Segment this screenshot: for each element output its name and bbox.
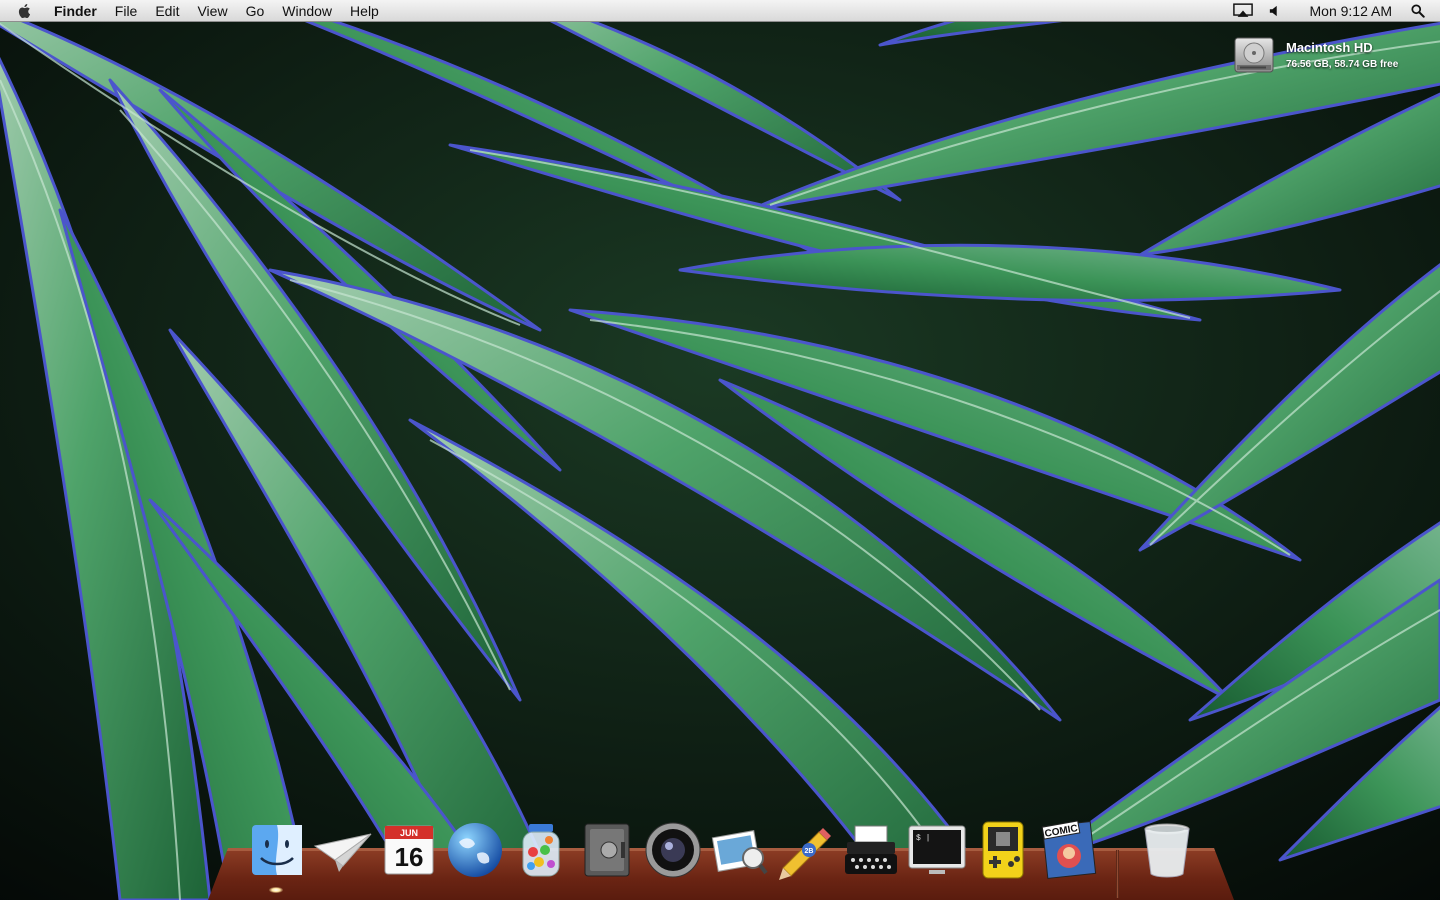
pencil-icon: 2B: [779, 828, 831, 880]
dock-item-typewriter[interactable]: [841, 820, 901, 880]
dock-separator: [1116, 850, 1119, 898]
menu-file[interactable]: File: [106, 0, 147, 22]
dock-item-calendar[interactable]: JUN 16: [379, 820, 439, 880]
menu-bar-clock[interactable]: Mon 9:12 AM: [1310, 3, 1393, 19]
dock-item-vault[interactable]: [577, 820, 637, 880]
running-indicator: [269, 887, 283, 893]
dock-item-preview[interactable]: [709, 820, 769, 880]
dock-item-browser[interactable]: [445, 820, 505, 880]
desktop-disk-macintosh-hd[interactable]: Macintosh HD 76.56 GB, 58.74 GB free: [1232, 34, 1398, 76]
dock-item-camera[interactable]: [643, 820, 703, 880]
airplay-icon[interactable]: [1232, 0, 1254, 22]
handheld-game-icon: [982, 821, 1024, 879]
dock-item-pencil[interactable]: 2B: [775, 820, 835, 880]
paper-plane-mail-icon: [313, 833, 372, 872]
spotlight-search-icon[interactable]: [1410, 0, 1426, 22]
hard-drive-icon[interactable]: [1232, 34, 1276, 76]
apple-logo-icon[interactable]: [16, 1, 36, 21]
terminal-icon: $ |: [908, 825, 966, 874]
dock-item-comic[interactable]: COMIC: [1039, 820, 1099, 880]
terminal-prompt: $ |: [916, 834, 930, 843]
menu-app-finder[interactable]: Finder: [46, 0, 106, 22]
menu-edit[interactable]: Edit: [146, 0, 188, 22]
menu-go[interactable]: Go: [237, 0, 274, 22]
pencil-badge: 2B: [805, 848, 814, 855]
calendar-day: 16: [395, 842, 424, 872]
calendar-month: JUN: [400, 828, 418, 838]
comic-book-icon: COMIC: [1041, 820, 1097, 879]
finder-icon: [252, 825, 302, 875]
disk-name: Macintosh HD: [1286, 40, 1373, 55]
volume-icon[interactable]: [1268, 0, 1282, 22]
globe-browser-icon: [448, 823, 502, 877]
calendar-icon: JUN 16: [384, 825, 434, 875]
photo-preview-icon: [711, 830, 768, 875]
dock-item-game[interactable]: [973, 820, 1033, 880]
menu-bar: Finder File Edit View Go Window Help Mon…: [0, 0, 1440, 22]
dock-item-mail[interactable]: [313, 820, 373, 880]
dock-item-trash[interactable]: [1137, 820, 1197, 880]
dock-item-candy-jar[interactable]: [511, 820, 571, 880]
menu-window[interactable]: Window: [273, 0, 341, 22]
disk-capacity-info: 76.56 GB, 58.74 GB free: [1286, 59, 1399, 70]
safe-vault-icon: [584, 823, 630, 877]
typewriter-icon: [845, 825, 897, 874]
menu-help[interactable]: Help: [341, 0, 388, 22]
dock-item-terminal[interactable]: $ |: [907, 820, 967, 880]
camera-lens-icon: [645, 822, 701, 878]
dock-item-finder[interactable]: [247, 820, 307, 880]
menu-view[interactable]: View: [188, 0, 236, 22]
desktop-wallpaper: [0, 0, 1440, 900]
candy-jar-icon: [522, 824, 560, 877]
trash-icon: [1144, 823, 1190, 878]
